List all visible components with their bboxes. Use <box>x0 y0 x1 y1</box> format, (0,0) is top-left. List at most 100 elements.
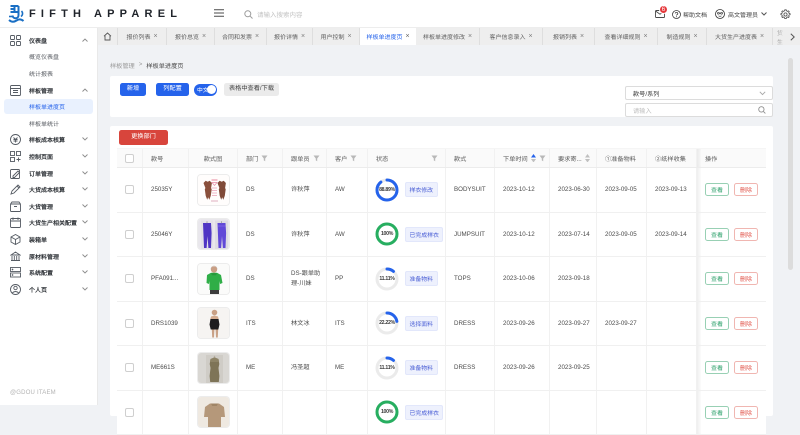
tab-item[interactable]: 客户信息录入× <box>480 28 543 45</box>
filter-button[interactable] <box>261 155 268 162</box>
sidebar-item[interactable]: 样板单统计 <box>0 115 97 132</box>
filter-button[interactable] <box>431 155 438 162</box>
filter-button[interactable] <box>539 155 546 162</box>
tab-close-icon[interactable]: × <box>153 33 157 40</box>
tab-close-icon[interactable]: × <box>255 33 259 40</box>
settings-button[interactable] <box>780 9 791 20</box>
notifications-button[interactable]: 6 <box>655 10 665 18</box>
sort-icon[interactable] <box>531 154 536 162</box>
style-image[interactable] <box>197 263 230 295</box>
delete-button[interactable]: 删除 <box>734 317 758 330</box>
delete-button[interactable]: 删除 <box>734 228 758 241</box>
row-checkbox[interactable] <box>125 408 134 417</box>
view-button[interactable]: 查看 <box>705 272 729 285</box>
column-config-button[interactable]: 列配置 <box>156 83 189 96</box>
help-docs-button[interactable]: 帮助文档 <box>672 10 707 19</box>
sidebar-item[interactable]: 样板成本核算 <box>0 132 97 149</box>
keyword-input[interactable]: 请输入 <box>625 103 773 117</box>
tab-close-icon[interactable]: × <box>347 33 351 40</box>
tab-close-icon[interactable]: × <box>468 33 472 40</box>
sidebar-item[interactable]: 个人页 <box>0 281 97 298</box>
cell-style-type: JUMPSUIT <box>446 213 495 257</box>
tab-item[interactable]: 查看详细规则× <box>595 28 658 45</box>
style-image[interactable] <box>197 396 230 428</box>
sidebar-item-label: 大货管理 <box>29 202 53 211</box>
language-toggle[interactable]: 中文 <box>194 84 217 96</box>
tab-item[interactable]: 合同和发票× <box>215 28 267 45</box>
sidebar-item[interactable]: 控制页面 <box>0 148 97 165</box>
sidebar-item[interactable]: 原材料管理 <box>0 248 97 265</box>
view-download-button[interactable]: 表格中查看/下载 <box>224 83 279 96</box>
sidebar-item-label: 样板管理 <box>29 86 53 95</box>
tab-close-icon[interactable]: × <box>528 33 532 40</box>
sidebar-item[interactable]: 概览仪表盘 <box>0 49 97 66</box>
cell-style-code: PFA091... <box>143 257 189 301</box>
tab-item[interactable]: 大货生产进度表× <box>707 28 773 45</box>
style-image[interactable] <box>197 352 230 384</box>
change-department-button[interactable]: 更换部门 <box>119 130 168 145</box>
menu-collapse-icon[interactable] <box>214 9 224 17</box>
sidebar-item[interactable]: 样板单进度页 <box>0 98 97 115</box>
tab-item[interactable]: 用户控制× <box>313 28 360 45</box>
tab-item[interactable]: 报销列表× <box>543 28 595 45</box>
row-checkbox[interactable] <box>125 363 134 372</box>
filter-button[interactable] <box>350 155 357 162</box>
chevron-down-icon <box>82 187 88 191</box>
tab-close-icon[interactable]: × <box>760 33 764 40</box>
tab-scroll-right-icon[interactable] <box>785 28 800 45</box>
tab-label: 大货生产进度表 <box>715 32 757 41</box>
tab-close-icon[interactable]: × <box>693 33 697 40</box>
row-checkbox[interactable] <box>125 274 134 283</box>
sidebar-item[interactable]: 装箱单 <box>0 231 97 248</box>
tab-home[interactable] <box>98 28 118 45</box>
delete-button[interactable]: 删除 <box>734 272 758 285</box>
sidebar-item[interactable]: 样板管理 <box>0 82 97 99</box>
view-button[interactable]: 查看 <box>705 317 729 330</box>
tab-item[interactable]: 制造规则× <box>658 28 707 45</box>
tab-item[interactable]: 报价列表× <box>118 28 167 45</box>
scrollbar-thumb[interactable] <box>788 58 793 270</box>
view-button[interactable]: 查看 <box>705 361 729 374</box>
view-button[interactable]: 查看 <box>705 183 729 196</box>
cell-status: 11.11%准备物料 <box>368 346 446 390</box>
tab-close-icon[interactable]: × <box>405 33 409 40</box>
delete-button[interactable]: 删除 <box>734 183 758 196</box>
style-image[interactable] <box>197 174 230 206</box>
sidebar-item[interactable]: 仪表盘 <box>0 32 97 49</box>
tab-item[interactable]: 报价总览× <box>167 28 215 45</box>
style-image[interactable] <box>197 307 230 339</box>
user-menu[interactable]: 高文管理员 <box>715 9 767 19</box>
progress-ring: 22.22% <box>374 310 400 336</box>
select-all-checkbox[interactable] <box>125 154 134 163</box>
row-checkbox[interactable] <box>125 230 134 239</box>
style-image[interactable] <box>197 218 230 250</box>
tab-close-icon[interactable]: × <box>301 33 305 40</box>
row-checkbox[interactable] <box>125 185 134 194</box>
view-button[interactable]: 查看 <box>705 228 729 241</box>
sidebar-item[interactable]: 系统配置 <box>0 264 97 281</box>
filter-button[interactable] <box>313 155 320 162</box>
tab-close-icon[interactable]: × <box>202 33 206 40</box>
sidebar-item[interactable]: 大货生产相关配置 <box>0 215 97 232</box>
cell-customer: ME <box>327 346 368 390</box>
series-select[interactable]: 款号/系列 <box>625 86 773 100</box>
breadcrumb-section[interactable]: 样板管理 <box>110 61 135 70</box>
tab-item[interactable]: 报价详情× <box>267 28 313 45</box>
sort-icon[interactable] <box>585 154 590 162</box>
sidebar-item[interactable]: 大货成本核算 <box>0 181 97 198</box>
tab-item[interactable]: 样板单进度修改× <box>416 28 480 45</box>
tab-close-icon[interactable]: × <box>580 33 584 40</box>
delete-button[interactable]: 删除 <box>734 406 758 419</box>
add-button[interactable]: 新增 <box>120 83 146 96</box>
sidebar-item[interactable]: 订单管理 <box>0 165 97 182</box>
tab-active[interactable]: 样板单进度页× <box>360 28 416 45</box>
delete-button[interactable]: 删除 <box>734 361 758 374</box>
sidebar-item[interactable]: 大货管理 <box>0 198 97 215</box>
tab-close-icon[interactable]: × <box>643 33 647 40</box>
sidebar-item[interactable]: 统计报表 <box>0 65 97 82</box>
avatar <box>715 9 725 19</box>
row-checkbox[interactable] <box>125 319 134 328</box>
global-search[interactable]: 请输入搜索内容 <box>244 0 303 28</box>
progress-ring: 100% <box>374 221 400 247</box>
view-button[interactable]: 查看 <box>705 406 729 419</box>
